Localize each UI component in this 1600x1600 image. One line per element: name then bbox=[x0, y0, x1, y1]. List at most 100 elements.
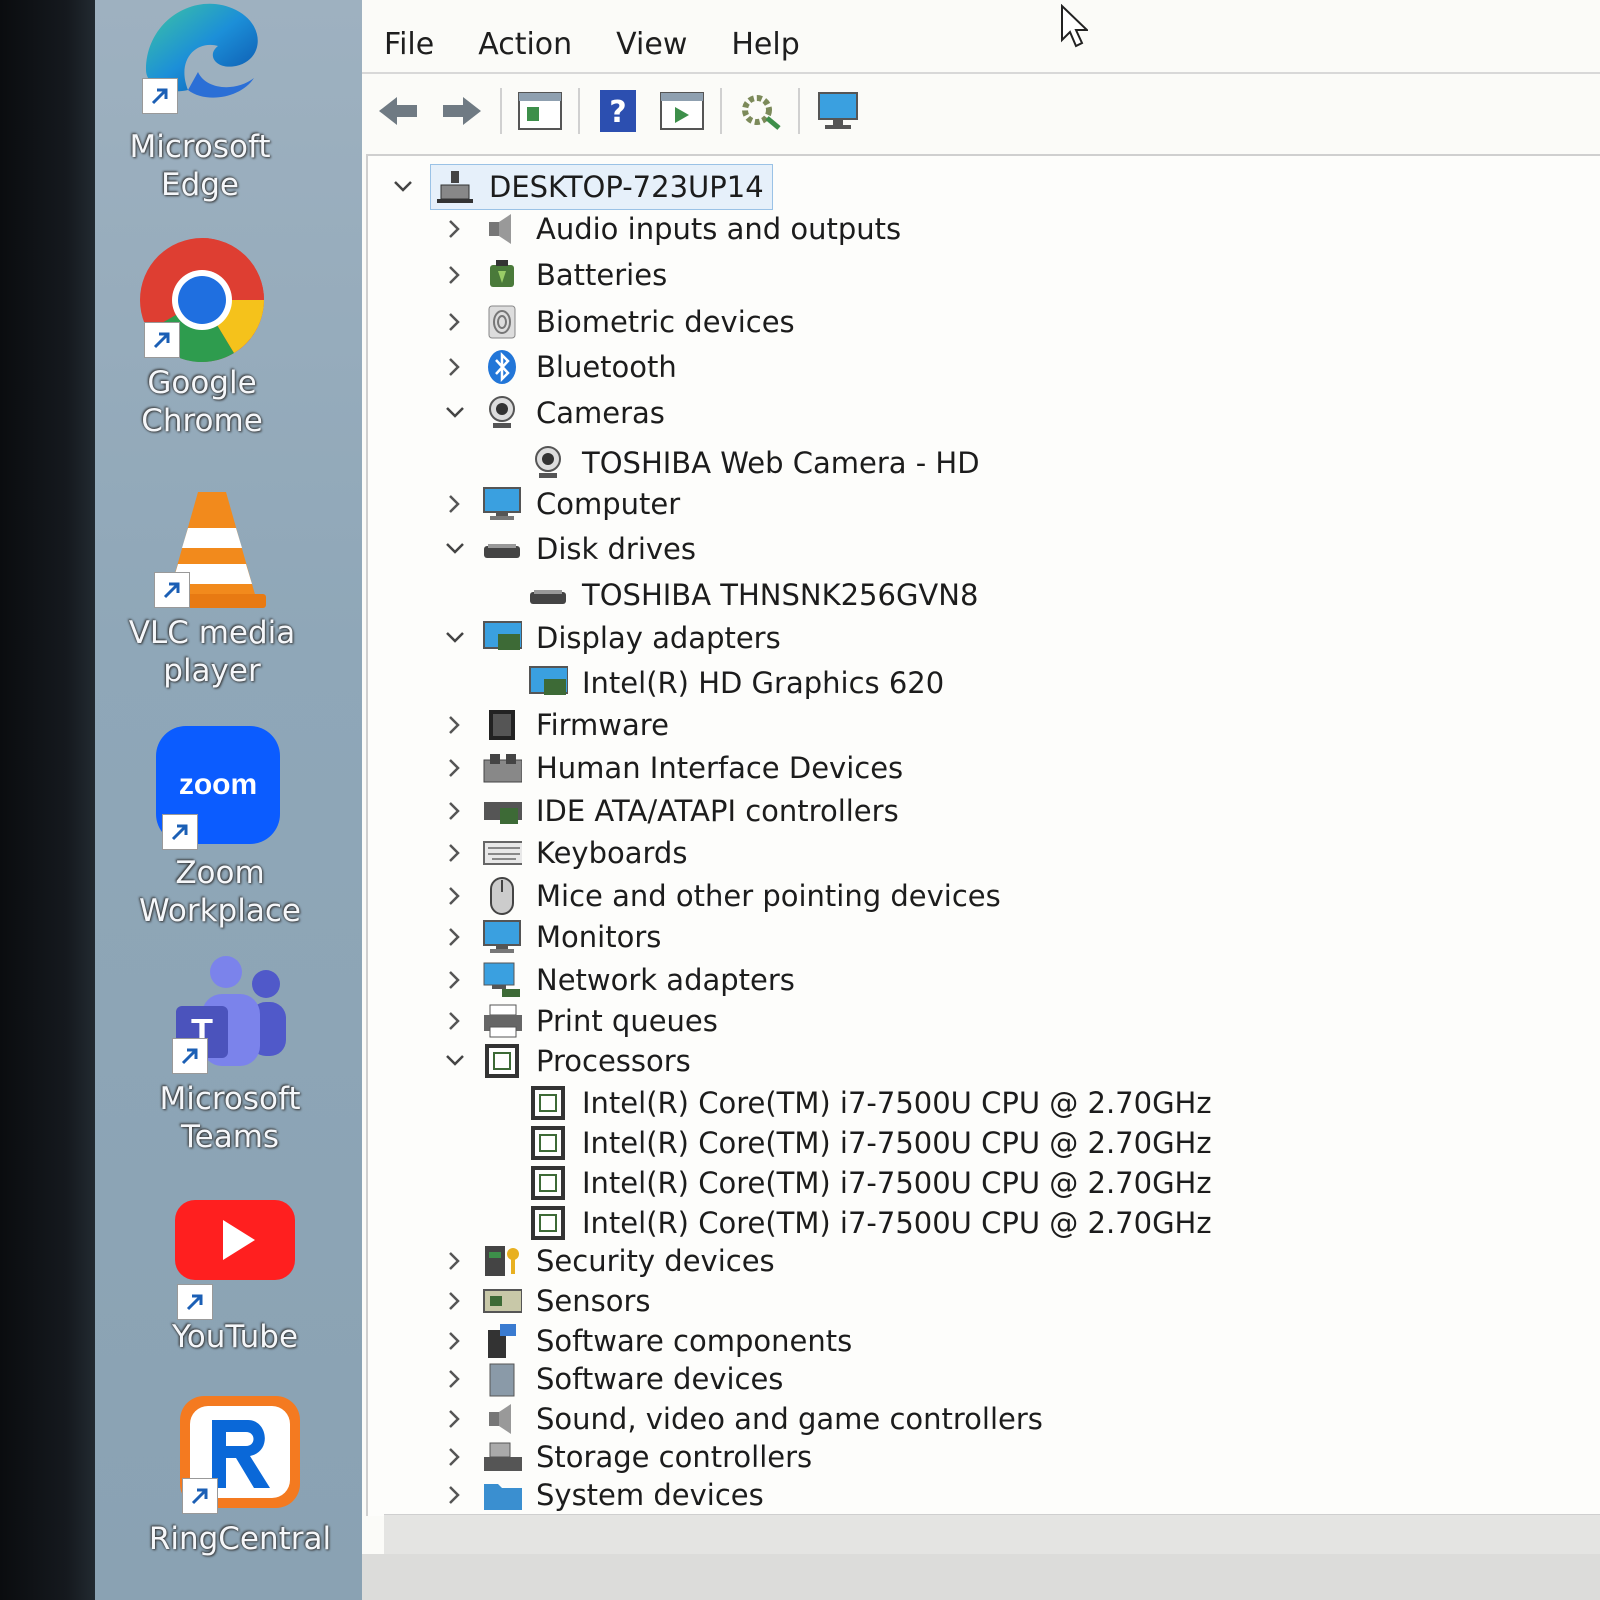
tree-device-item[interactable]: Intel(R) Core(TM) i7-7500U CPU @ 2.70GHz bbox=[528, 1082, 1212, 1124]
desktop-icon-teams[interactable]: T Microsoft Teams bbox=[135, 952, 325, 1156]
tree-root[interactable]: DESKTOP-723UP14 bbox=[388, 164, 773, 210]
scan-hardware-icon[interactable] bbox=[732, 83, 788, 139]
tree-category-item[interactable]: Batteries bbox=[440, 254, 667, 296]
desktop-icon-zoom[interactable]: zoom Zoom Workplace bbox=[125, 726, 315, 930]
tree-category-item[interactable]: Network adapters bbox=[440, 959, 795, 1001]
tree-category-item[interactable]: Firmware bbox=[440, 704, 669, 746]
tree-device-item[interactable]: TOSHIBA Web Camera - HD bbox=[528, 442, 980, 484]
tree-item-label: Print queues bbox=[536, 1004, 718, 1038]
tree-category-item[interactable]: Sound, video and game controllers bbox=[440, 1398, 1043, 1440]
tree-device-item[interactable]: Intel(R) Core(TM) i7-7500U CPU @ 2.70GHz bbox=[528, 1162, 1212, 1204]
chevron-right-icon[interactable] bbox=[440, 1246, 470, 1276]
chevron-right-icon[interactable] bbox=[440, 1326, 470, 1356]
cpu-icon bbox=[528, 1203, 568, 1243]
chrome-icon bbox=[138, 236, 266, 364]
chevron-right-icon[interactable] bbox=[440, 753, 470, 783]
tree-device-item[interactable]: TOSHIBA THNSNK256GVN8 bbox=[528, 574, 978, 616]
back-icon[interactable] bbox=[370, 83, 426, 139]
tree-category-item[interactable]: Monitors bbox=[440, 916, 661, 958]
chevron-down-icon[interactable] bbox=[440, 623, 470, 653]
tree-category-item[interactable]: Mice and other pointing devices bbox=[440, 875, 1001, 917]
chevron-right-icon[interactable] bbox=[440, 352, 470, 382]
chevron-right-icon[interactable] bbox=[440, 214, 470, 244]
tree-item-label: Network adapters bbox=[536, 963, 795, 997]
chevron-right-icon[interactable] bbox=[440, 1442, 470, 1472]
update-driver-icon[interactable] bbox=[654, 83, 710, 139]
desktop-icon-vlc[interactable]: VLC media player bbox=[117, 486, 307, 690]
tree-category-item[interactable]: IDE ATA/ATAPI controllers bbox=[440, 790, 899, 832]
chevron-down-icon[interactable] bbox=[440, 398, 470, 428]
chevron-right-icon[interactable] bbox=[440, 307, 470, 337]
desktop-icon-label: Zoom bbox=[175, 855, 265, 891]
tree-category-item[interactable]: Audio inputs and outputs bbox=[440, 208, 901, 250]
menu-view[interactable]: View bbox=[594, 15, 709, 75]
chevron-right-icon[interactable] bbox=[440, 260, 470, 290]
chevron-right-icon[interactable] bbox=[440, 1480, 470, 1510]
chevron-right-icon[interactable] bbox=[440, 838, 470, 868]
menu-action[interactable]: Action bbox=[456, 15, 594, 75]
shortcut-arrow-icon bbox=[172, 1038, 208, 1074]
tree-item-label: Monitors bbox=[536, 920, 662, 954]
youtube-icon bbox=[171, 1190, 299, 1320]
chevron-right-icon[interactable] bbox=[440, 489, 470, 519]
help-icon[interactable]: ? bbox=[590, 83, 646, 139]
forward-icon[interactable] bbox=[434, 83, 490, 139]
tree-category-item[interactable]: System devices bbox=[440, 1474, 764, 1516]
horizontal-scrollbar[interactable] bbox=[384, 1514, 1600, 1555]
monitor-icon bbox=[482, 917, 522, 957]
tree-category-item[interactable]: Sensors bbox=[440, 1280, 651, 1322]
chevron-right-icon[interactable] bbox=[440, 965, 470, 995]
hid-icon bbox=[482, 748, 522, 788]
monitor-icon[interactable] bbox=[810, 83, 866, 139]
desktop-icon-edge[interactable]: Microsoft Edge bbox=[105, 0, 295, 204]
tree-item-label: Storage controllers bbox=[536, 1440, 813, 1474]
tree-device-item[interactable]: Intel(R) Core(TM) i7-7500U CPU @ 2.70GHz bbox=[528, 1122, 1212, 1164]
speaker-icon bbox=[482, 1399, 522, 1439]
tree-device-item[interactable]: Intel(R) Core(TM) i7-7500U CPU @ 2.70GHz bbox=[528, 1202, 1212, 1244]
tree-category-item[interactable]: Bluetooth bbox=[440, 346, 677, 388]
camera-icon bbox=[482, 393, 522, 433]
properties-icon[interactable] bbox=[512, 83, 568, 139]
tree-item-label: Intel(R) Core(TM) i7-7500U CPU @ 2.70GHz bbox=[582, 1086, 1212, 1120]
tree-item-label: Sensors bbox=[536, 1284, 651, 1318]
teams-icon: T bbox=[166, 952, 294, 1080]
tree-category-item[interactable]: Security devices bbox=[440, 1240, 775, 1282]
edge-icon bbox=[136, 0, 264, 128]
chevron-down-icon[interactable] bbox=[440, 534, 470, 564]
tree-category-item[interactable]: Software devices bbox=[440, 1358, 783, 1400]
chevron-down-icon[interactable] bbox=[440, 1046, 470, 1076]
toolbar-separator bbox=[578, 88, 580, 134]
tree-device-item[interactable]: Intel(R) HD Graphics 620 bbox=[528, 662, 944, 704]
tree-category-item[interactable]: Biometric devices bbox=[440, 301, 795, 343]
chevron-right-icon[interactable] bbox=[440, 881, 470, 911]
tree-category-item[interactable]: Storage controllers bbox=[440, 1436, 812, 1478]
tree-category-item[interactable]: Display adapters bbox=[440, 617, 781, 659]
desktop-icon-chrome[interactable]: Google Chrome bbox=[107, 236, 297, 440]
disk-icon bbox=[528, 575, 568, 615]
chevron-right-icon[interactable] bbox=[440, 1364, 470, 1394]
tree-category-item[interactable]: Software components bbox=[440, 1320, 852, 1362]
desktop-icon-youtube[interactable]: YouTube bbox=[140, 1190, 330, 1356]
tree-item-label: TOSHIBA THNSNK256GVN8 bbox=[582, 578, 979, 612]
tree-category-item[interactable]: Processors bbox=[440, 1040, 691, 1082]
chevron-right-icon[interactable] bbox=[440, 710, 470, 740]
chevron-down-icon[interactable] bbox=[388, 172, 418, 202]
tree-category-item[interactable]: Human Interface Devices bbox=[440, 747, 903, 789]
tree-category-item[interactable]: Computer bbox=[440, 483, 680, 525]
tree-category-item[interactable]: Keyboards bbox=[440, 832, 687, 874]
chevron-right-icon[interactable] bbox=[440, 922, 470, 952]
tree-category-item[interactable]: Print queues bbox=[440, 1000, 718, 1042]
tree-category-item[interactable]: Disk drives bbox=[440, 528, 696, 570]
tree-category-item[interactable]: Cameras bbox=[440, 392, 665, 434]
chevron-right-icon[interactable] bbox=[440, 1404, 470, 1434]
chevron-right-icon[interactable] bbox=[440, 1286, 470, 1316]
desktop-icon-ringcentral[interactable]: RingCentral bbox=[145, 1392, 335, 1558]
tree-item-label: Software devices bbox=[536, 1362, 784, 1396]
menu-bar: File Action View Help bbox=[362, 15, 822, 75]
camera-icon bbox=[528, 443, 568, 483]
chevron-right-icon[interactable] bbox=[440, 796, 470, 826]
tree-item-label: Computer bbox=[536, 487, 681, 521]
menu-file[interactable]: File bbox=[362, 15, 456, 75]
chevron-right-icon[interactable] bbox=[440, 1006, 470, 1036]
menu-help[interactable]: Help bbox=[709, 15, 821, 75]
